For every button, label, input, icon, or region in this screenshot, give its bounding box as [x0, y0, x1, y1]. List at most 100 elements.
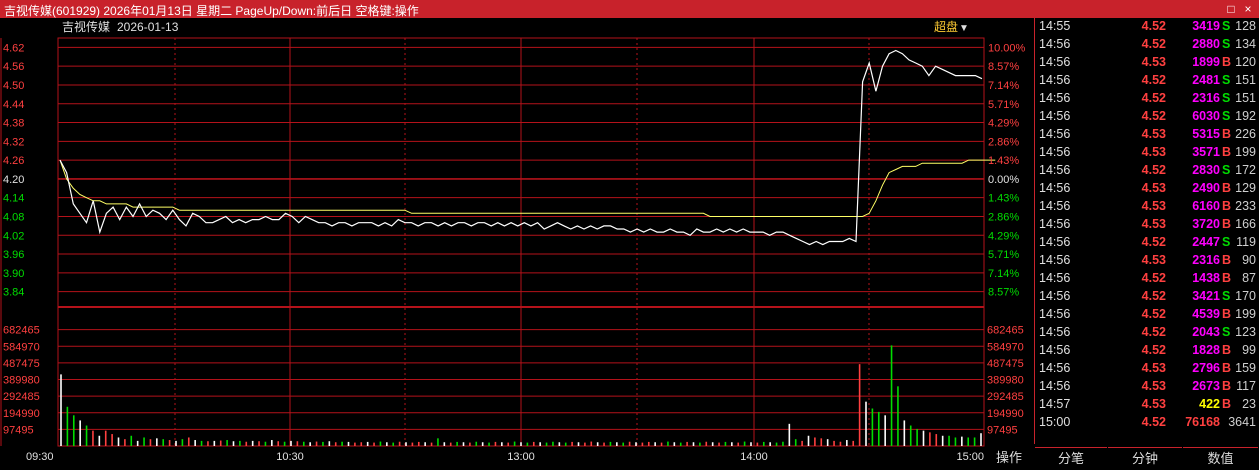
close-button[interactable]: × — [1240, 0, 1256, 18]
trade-time: 14:56 — [1039, 127, 1071, 141]
trade-price: 4.53 — [1141, 145, 1166, 159]
trade-volume: 1438 — [1192, 271, 1220, 285]
trade-side: B — [1222, 271, 1232, 285]
tab-data[interactable]: 数值 — [1183, 447, 1258, 470]
trade-count: 192 — [1235, 109, 1256, 123]
trade-side: B — [1222, 253, 1232, 267]
operate-button[interactable]: 操作 — [985, 447, 1033, 469]
trade-price: 4.52 — [1141, 109, 1166, 123]
trade-time: 14:56 — [1039, 199, 1071, 213]
trade-count: 233 — [1235, 199, 1256, 213]
intraday-chart[interactable]: 4.62 10.00% 4.56 8.57% 4.50 7.14% 4.44 5.71% 4.3… — [0, 18, 1034, 469]
trade-side: S — [1222, 37, 1231, 51]
percent-tick-label: 4.29% — [988, 118, 1019, 130]
trade-time: 14:56 — [1039, 91, 1071, 105]
volume-tick-label: 97495 — [3, 424, 34, 436]
percent-tick-label: 7.14% — [988, 268, 1019, 280]
trade-price: 4.53 — [1141, 181, 1166, 195]
trade-price: 4.53 — [1141, 199, 1166, 213]
trade-price: 4.52 — [1141, 73, 1166, 87]
trade-volume: 422 — [1199, 397, 1220, 411]
volume-tick-label-right: 292485 — [987, 391, 1024, 403]
trade-row: 14:56 4.52 1438 B 87 — [1035, 270, 1259, 288]
trade-count: 199 — [1235, 307, 1256, 321]
volume-tick-label: 682465 — [3, 325, 40, 337]
trade-price: 4.53 — [1141, 127, 1166, 141]
trade-row: 14:56 4.53 6160 B 233 — [1035, 198, 1259, 216]
trade-price: 4.52 — [1141, 271, 1166, 285]
volume-tick-label: 389980 — [3, 375, 40, 387]
percent-tick-label: 1.43% — [988, 193, 1019, 205]
trade-row: 14:56 4.53 2490 B 129 — [1035, 180, 1259, 198]
trade-count: 119 — [1236, 235, 1256, 249]
trade-volume: 2316 — [1192, 253, 1220, 267]
trade-side: B — [1222, 379, 1232, 393]
trade-count: 172 — [1235, 163, 1256, 177]
trade-volume: 3571 — [1192, 145, 1220, 159]
trade-volume: 3419 — [1192, 19, 1220, 33]
price-tick-label: 4.32 — [3, 136, 24, 148]
trade-count: 134 — [1235, 37, 1256, 51]
trade-price: 4.52 — [1141, 37, 1166, 51]
percent-tick-label: 5.71% — [988, 99, 1019, 111]
tab-tick[interactable]: 分笔 — [1035, 447, 1107, 470]
trade-count: 23 — [1242, 397, 1256, 411]
dropdown-arrow-icon[interactable]: ▼ — [959, 23, 969, 34]
price-tick-label: 4.26 — [3, 155, 24, 167]
price-tick-label: 4.56 — [3, 61, 24, 73]
trade-row: 14:56 4.53 2673 B 117 — [1035, 378, 1259, 396]
trade-side: S — [1222, 73, 1231, 87]
bottom-toolbar: 操作 分笔 分钟 数值 — [0, 444, 1259, 469]
trade-side: S — [1222, 235, 1231, 249]
trade-time: 14:55 — [1039, 19, 1071, 33]
volume-tick-label: 194990 — [3, 408, 40, 420]
trade-count: 99 — [1242, 343, 1256, 357]
trade-price: 4.52 — [1141, 343, 1166, 357]
superimpose-button[interactable]: 超盘 — [934, 19, 958, 34]
trade-time: 14:56 — [1039, 343, 1071, 357]
trade-price: 4.52 — [1141, 325, 1166, 339]
trade-volume: 2490 — [1192, 181, 1220, 195]
trade-side: B — [1222, 397, 1232, 411]
trade-count: 87 — [1242, 271, 1256, 285]
volume-tick-label: 584970 — [3, 341, 40, 353]
window-title: 吉视传媒(601929) 2026年01月13日 星期二 PageUp/Down… — [4, 4, 419, 18]
trade-price: 4.53 — [1141, 217, 1166, 231]
trade-count: 128 — [1235, 19, 1256, 33]
maximize-button[interactable]: □ — [1223, 0, 1239, 18]
trade-time: 14:56 — [1039, 217, 1071, 231]
trade-row: 14:56 4.52 2880 S 134 — [1035, 36, 1259, 54]
trade-volume: 4539 — [1192, 307, 1220, 321]
trade-side: S — [1222, 289, 1231, 303]
volume-tick-label-right: 389980 — [987, 375, 1024, 387]
trade-price: 4.53 — [1141, 253, 1166, 267]
trade-row: 14:56 4.53 3720 B 166 — [1035, 216, 1259, 234]
trade-count: 170 — [1235, 289, 1256, 303]
trade-side: B — [1222, 181, 1232, 195]
volume-tick-label-right: 194990 — [987, 408, 1024, 420]
trade-price: 4.52 — [1141, 235, 1166, 249]
trade-row: 14:55 4.52 3419 S 128 — [1035, 18, 1259, 36]
trade-side: B — [1222, 217, 1232, 231]
trade-row: 14:56 4.52 2447 S 119 — [1035, 234, 1259, 252]
trade-count: 151 — [1235, 73, 1256, 87]
trade-side: S — [1222, 325, 1231, 339]
trade-time: 14:56 — [1039, 271, 1071, 285]
price-tick-label: 4.20 — [3, 174, 24, 186]
trade-time: 14:56 — [1039, 289, 1071, 303]
trade-time: 14:56 — [1039, 181, 1071, 195]
tab-minute[interactable]: 分钟 — [1108, 447, 1182, 470]
trade-row: 14:56 4.52 2830 S 172 — [1035, 162, 1259, 180]
trade-side: S — [1222, 163, 1231, 177]
trade-time: 14:56 — [1039, 73, 1071, 87]
percent-tick-label: 1.43% — [988, 155, 1019, 167]
trade-price: 4.53 — [1141, 361, 1166, 375]
chart-canvas[interactable]: 4.62 10.00% 4.56 8.57% 4.50 7.14% 4.44 5.71% 4.3… — [0, 18, 1034, 469]
trade-row: 14:56 4.53 2796 B 159 — [1035, 360, 1259, 378]
percent-tick-label: 5.71% — [988, 249, 1019, 261]
volume-tick-label: 292485 — [3, 391, 40, 403]
trade-count: 129 — [1235, 181, 1256, 195]
trade-volume: 2673 — [1192, 379, 1220, 393]
trade-time: 14:56 — [1039, 307, 1071, 321]
trade-price: 4.53 — [1141, 55, 1166, 69]
